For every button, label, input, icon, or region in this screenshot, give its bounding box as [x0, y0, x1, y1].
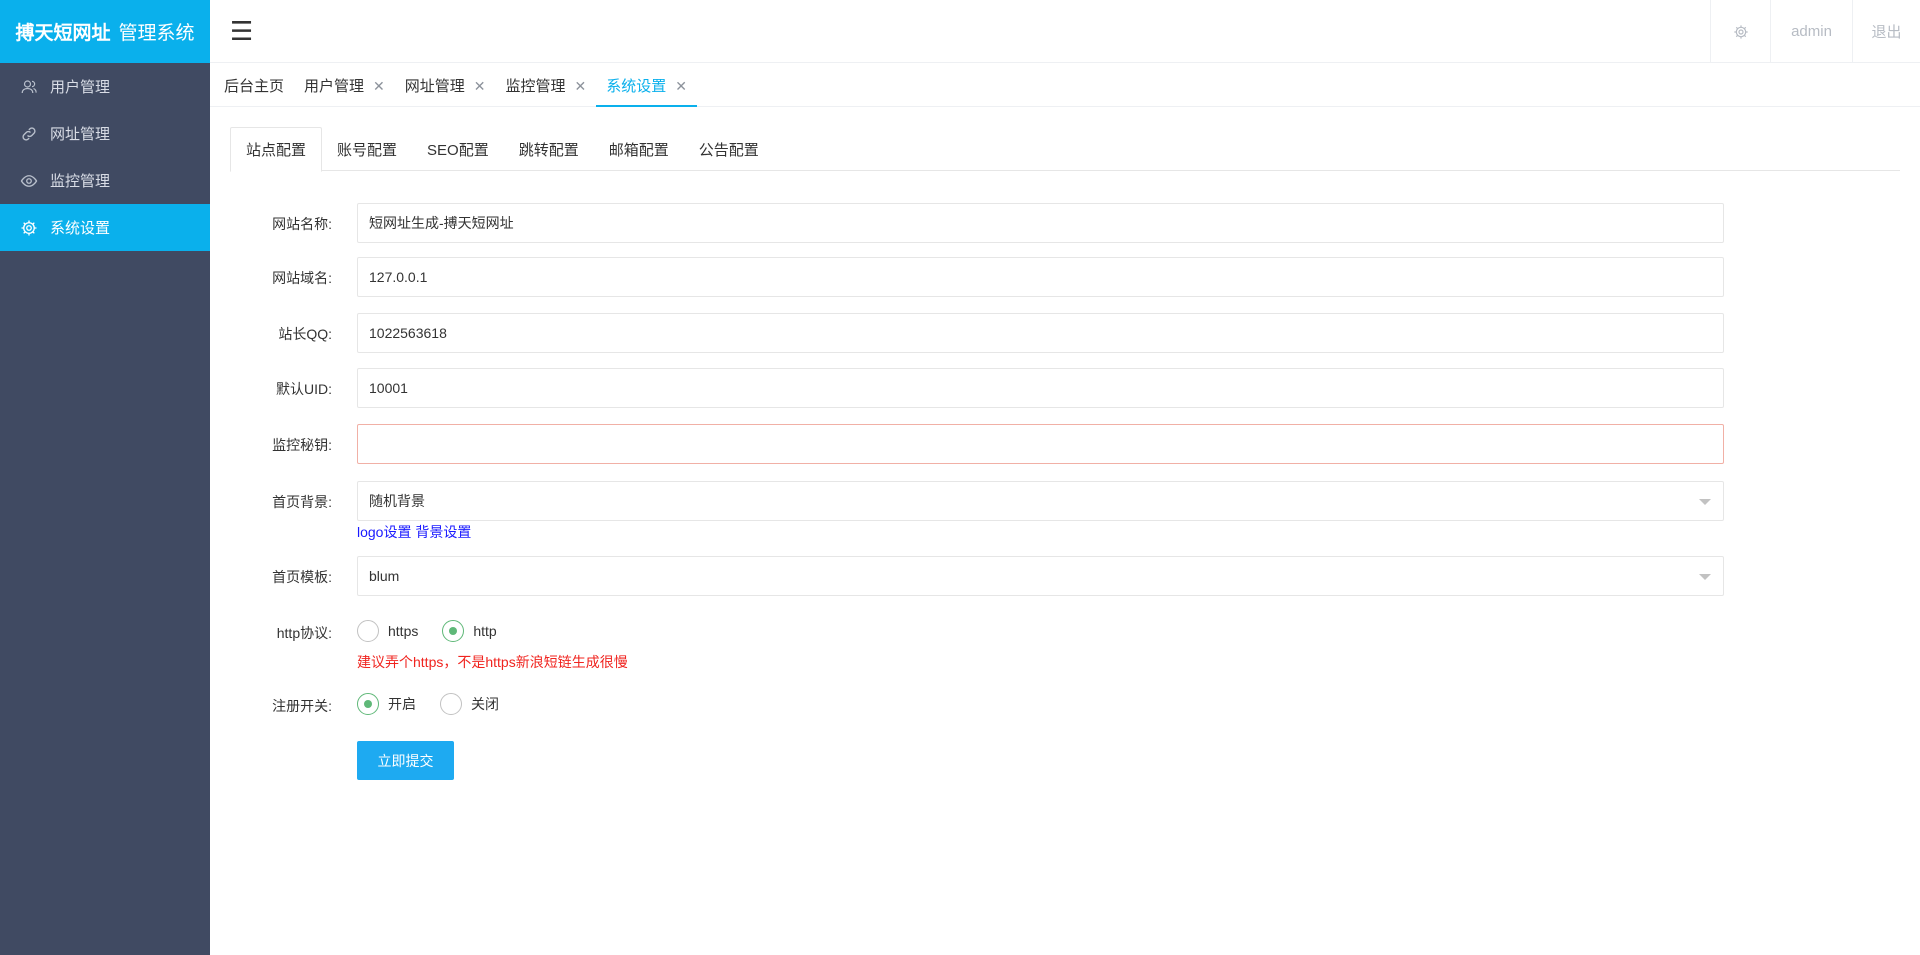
default-uid-label: 默认UID: — [276, 381, 332, 397]
header-actions: admin 退出 — [1710, 0, 1920, 63]
home-template-label: 首页模板: — [272, 569, 332, 585]
user-icon — [21, 79, 37, 93]
tab-label: 用户管理 — [304, 78, 365, 95]
background-settings-link[interactable]: 背景设置 — [415, 524, 471, 540]
home-background-select[interactable]: 随机背景 — [357, 481, 1724, 521]
select-value: blum — [369, 568, 400, 584]
settings-button[interactable] — [1710, 0, 1770, 63]
close-icon[interactable]: ✕ — [575, 79, 587, 93]
radio-label: 关闭 — [471, 696, 499, 712]
hamburger-icon[interactable]: ☰ — [230, 16, 253, 46]
admin-qq-input[interactable] — [357, 313, 1724, 353]
tab-settings[interactable]: 系统设置 ✕ — [596, 64, 697, 107]
form-row-site-name: 网站名称: — [230, 203, 1724, 243]
sidebar-item-label: 用户管理 — [50, 79, 111, 96]
site-domain-input[interactable] — [357, 257, 1724, 297]
page-tabs: 后台主页 用户管理 ✕ 网址管理 ✕ 监控管理 ✕ 系统设置 ✕ — [210, 64, 1920, 107]
home-background-label: 首页背景: — [272, 494, 332, 510]
form-row-default-uid: 默认UID: — [230, 368, 1724, 408]
close-icon[interactable]: ✕ — [373, 79, 385, 93]
site-name-label: 网站名称: — [272, 216, 332, 232]
select-value: 随机背景 — [369, 493, 425, 509]
brand-logo[interactable]: 搏天短网址 管理系统 — [0, 0, 210, 63]
radio-register-on[interactable]: 开启 — [357, 693, 416, 715]
tab-urls[interactable]: 网址管理 ✕ — [395, 64, 496, 107]
sidebar: 搏天短网址 管理系统 用户管理 网址管理 监控管理 系统设置 — [0, 0, 210, 955]
tab-monitor[interactable]: 监控管理 ✕ — [496, 64, 597, 107]
radio-http[interactable]: http — [442, 620, 497, 642]
sidebar-item-urls[interactable]: 网址管理 — [0, 110, 210, 157]
user-menu[interactable]: admin — [1770, 0, 1852, 63]
submit-button[interactable]: 立即提交 — [357, 741, 454, 780]
sidebar-item-label: 系统设置 — [50, 220, 111, 237]
settings-tabs: 站点配置 账号配置 SEO配置 跳转配置 邮箱配置 公告配置 — [230, 127, 1900, 172]
register-switch-radios: 开启 关闭 — [357, 693, 523, 715]
tab-email-config[interactable]: 邮箱配置 — [594, 127, 684, 171]
tab-home[interactable]: 后台主页 — [214, 64, 294, 107]
http-protocol-label: http协议: — [276, 625, 332, 641]
radio-register-off[interactable]: 关闭 — [440, 693, 499, 715]
monitor-key-input[interactable] — [357, 424, 1724, 464]
radio-circle — [442, 620, 465, 642]
eye-icon — [20, 174, 38, 187]
form-row-home-background: 首页背景: 随机背景 — [230, 481, 1724, 521]
form-row-site-domain: 网站域名: — [230, 257, 1724, 297]
register-switch-label: 注册开关: — [272, 698, 332, 714]
radio-circle — [440, 693, 462, 715]
tab-label: 系统设置 — [606, 78, 667, 95]
close-icon[interactable]: ✕ — [474, 79, 486, 93]
brand-suffix: 管理系统 — [118, 23, 195, 44]
background-links: logo设置 背景设置 — [357, 522, 471, 542]
tab-label: 后台主页 — [224, 78, 285, 95]
form-row-monitor-key: 监控秘钥: — [230, 424, 1724, 465]
form-row-admin-qq: 站长QQ: — [230, 313, 1724, 353]
sidebar-item-monitor[interactable]: 监控管理 — [0, 157, 210, 204]
link-icon — [22, 126, 36, 141]
tab-label: 网址管理 — [404, 78, 465, 95]
tab-notice-config[interactable]: 公告配置 — [684, 127, 774, 171]
tab-label: 监控管理 — [505, 78, 566, 95]
radio-circle — [357, 693, 379, 715]
sidebar-item-settings[interactable]: 系统设置 — [0, 204, 210, 251]
radio-label: https — [388, 623, 419, 639]
gear-icon — [1733, 24, 1748, 39]
radio-label: 开启 — [388, 696, 416, 712]
radio-https[interactable]: https — [357, 620, 418, 642]
https-tip: 建议弄个https，不是https新浪短链生成很慢 — [357, 654, 628, 670]
sidebar-item-users[interactable]: 用户管理 — [0, 63, 210, 110]
form-row-home-template: 首页模板: blum — [230, 556, 1724, 596]
top-header: ☰ admin 退出 — [210, 0, 1920, 63]
logout-button[interactable]: 退出 — [1852, 0, 1920, 63]
close-icon[interactable]: ✕ — [675, 79, 687, 93]
tab-account-config[interactable]: 账号配置 — [322, 127, 412, 171]
default-uid-input[interactable] — [357, 368, 1724, 408]
sidebar-item-label: 监控管理 — [50, 173, 111, 190]
chevron-down-icon — [1699, 574, 1711, 580]
sidebar-item-label: 网址管理 — [50, 126, 111, 143]
radio-label: http — [473, 623, 497, 639]
tab-users[interactable]: 用户管理 ✕ — [294, 64, 395, 107]
radio-circle — [357, 620, 379, 642]
home-template-select[interactable]: blum — [357, 556, 1724, 596]
monitor-key-label: 监控秘钥: — [272, 437, 332, 453]
gear-icon — [21, 220, 37, 235]
admin-qq-label: 站长QQ: — [278, 326, 332, 342]
tab-redirect-config[interactable]: 跳转配置 — [504, 127, 594, 171]
site-domain-label: 网站域名: — [272, 270, 332, 286]
brand-name: 搏天短网址 — [15, 23, 111, 44]
tab-site-config[interactable]: 站点配置 — [230, 127, 323, 172]
logo-settings-link[interactable]: logo设置 — [357, 524, 411, 540]
http-protocol-radios: https http — [357, 620, 521, 642]
tab-seo-config[interactable]: SEO配置 — [412, 127, 504, 171]
site-name-input[interactable] — [357, 203, 1724, 243]
chevron-down-icon — [1699, 499, 1711, 505]
